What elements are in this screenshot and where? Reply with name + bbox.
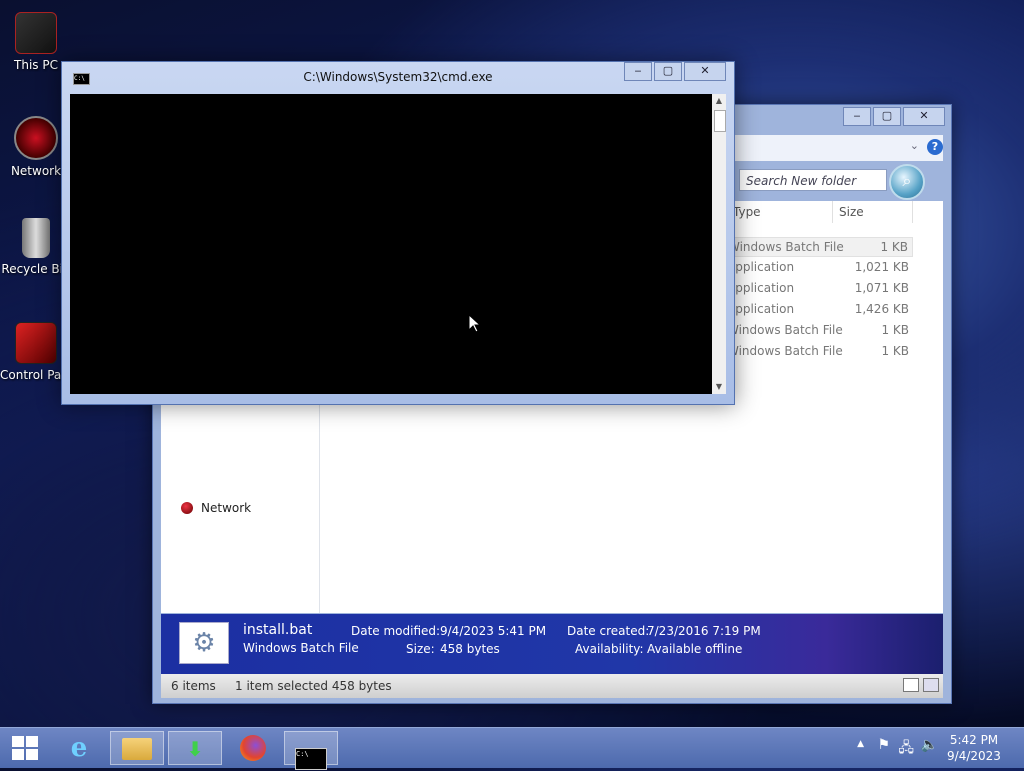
minimize-button[interactable]: ‒ xyxy=(624,62,652,81)
console-icon: C:\ xyxy=(295,748,327,770)
network-icon xyxy=(181,502,193,514)
file-type: Application xyxy=(727,281,795,295)
taskbar-download-app[interactable]: ⬇ xyxy=(168,731,222,765)
control-panel-icon xyxy=(15,322,57,364)
volume-icon[interactable]: 🔈 xyxy=(921,737,938,753)
taskbar-file-explorer[interactable] xyxy=(110,731,164,765)
file-size: 1,021 KB xyxy=(854,260,909,274)
column-header-size[interactable]: Size xyxy=(833,201,913,223)
file-type: Application xyxy=(727,260,795,274)
help-icon[interactable]: ? xyxy=(927,139,943,155)
taskbar-firefox[interactable] xyxy=(226,731,280,765)
file-size: 1 KB xyxy=(881,323,909,337)
close-button[interactable]: ✕ xyxy=(684,62,726,81)
show-hidden-icons-icon[interactable]: ▲ xyxy=(857,739,864,749)
computer-icon xyxy=(15,12,57,54)
taskbar-internet-explorer[interactable]: e xyxy=(52,731,106,765)
nav-item-label: Network xyxy=(201,501,252,515)
status-selection: 1 item selected 458 bytes xyxy=(235,679,392,693)
clock-date: 9/4/2023 xyxy=(947,749,1001,763)
explorer-window-controls: ‒ ▢ ✕ xyxy=(841,107,945,126)
flag-icon[interactable]: ⚑ xyxy=(877,737,890,753)
clock[interactable]: 5:42 PM 9/4/2023 xyxy=(944,732,1004,764)
chevron-down-icon[interactable]: ⌄ xyxy=(910,139,919,152)
details-label-date-created: Date created: xyxy=(567,624,650,638)
status-bar: 6 items 1 item selected 458 bytes xyxy=(161,674,943,698)
file-size: 1 KB xyxy=(881,344,909,358)
firefox-icon xyxy=(240,735,266,761)
console-output[interactable] xyxy=(70,94,712,394)
start-button[interactable] xyxy=(0,731,50,765)
file-row[interactable]: Application 1,071 KB xyxy=(727,279,913,299)
details-availability: Available offline xyxy=(647,642,743,656)
details-view-icon[interactable] xyxy=(903,678,919,692)
file-size: 1,426 KB xyxy=(854,302,909,316)
clock-time: 5:42 PM xyxy=(949,733,999,747)
file-size: 1 KB xyxy=(880,240,908,254)
file-type: Windows Batch File xyxy=(727,323,843,337)
file-row[interactable]: Windows Batch File 1 KB xyxy=(727,321,913,341)
recycle-bin-icon xyxy=(22,218,50,258)
download-icon: ⬇ xyxy=(186,737,204,761)
gear-icon: ⚙ xyxy=(179,622,229,664)
file-type: Windows Batch File xyxy=(728,240,844,254)
scroll-down-icon[interactable]: ▼ xyxy=(712,380,726,394)
file-row[interactable]: Application 1,426 KB xyxy=(727,300,913,320)
status-item-count: 6 items xyxy=(171,679,216,693)
details-label-size: Size: xyxy=(406,642,435,656)
mouse-cursor-icon xyxy=(469,315,481,333)
details-size: 458 bytes xyxy=(440,642,500,656)
maximize-button[interactable]: ▢ xyxy=(654,62,682,81)
details-pane: ⚙ install.bat Windows Batch File Date mo… xyxy=(161,614,943,674)
scrollbar-thumb[interactable] xyxy=(714,110,726,132)
file-row[interactable]: Application 1,021 KB xyxy=(727,258,913,278)
taskbar: e ⬇ C:\ ▲ ⚑ 🖧 🔈 5:42 PM 9/4/2023 xyxy=(0,727,1024,770)
search-icon[interactable]: ⌕ xyxy=(889,164,925,200)
network-status-icon[interactable]: 🖧 xyxy=(898,737,914,761)
vertical-scrollbar[interactable]: ▲ ▼ xyxy=(712,94,726,394)
cmd-window[interactable]: C:\ C:\Windows\System32\cmd.exe ‒ ▢ ✕ ▲ … xyxy=(61,61,735,405)
cmd-window-controls: ‒ ▢ ✕ xyxy=(622,62,726,81)
search-input[interactable]: Search New folder xyxy=(739,169,887,191)
minimize-button[interactable]: ‒ xyxy=(843,107,871,126)
large-icons-view-icon[interactable] xyxy=(923,678,939,692)
file-type: Application xyxy=(727,302,795,316)
close-button[interactable]: ✕ xyxy=(903,107,945,126)
internet-explorer-icon: e xyxy=(70,733,88,763)
column-header-type[interactable]: Type xyxy=(727,201,833,223)
details-file-name: install.bat xyxy=(243,622,313,638)
folder-icon xyxy=(122,738,152,760)
details-label-availability: Availability: xyxy=(575,642,644,656)
file-size: 1,071 KB xyxy=(854,281,909,295)
details-date-created: 7/23/2016 7:19 PM xyxy=(647,624,761,638)
details-file-type: Windows Batch File xyxy=(243,641,359,655)
nav-item-network[interactable]: Network xyxy=(181,501,251,515)
file-row[interactable]: Windows Batch File 1 KB xyxy=(727,342,913,362)
network-icon xyxy=(14,116,58,160)
taskbar-cmd[interactable]: C:\ xyxy=(284,731,338,770)
maximize-button[interactable]: ▢ xyxy=(873,107,901,126)
windows-logo-icon xyxy=(12,736,38,760)
scroll-up-icon[interactable]: ▲ xyxy=(712,94,726,108)
details-label-date-modified: Date modified: xyxy=(351,624,441,638)
file-type: Windows Batch File xyxy=(727,344,843,358)
file-row[interactable]: Windows Batch File 1 KB xyxy=(727,237,913,257)
details-date-modified: 9/4/2023 5:41 PM xyxy=(440,624,547,638)
